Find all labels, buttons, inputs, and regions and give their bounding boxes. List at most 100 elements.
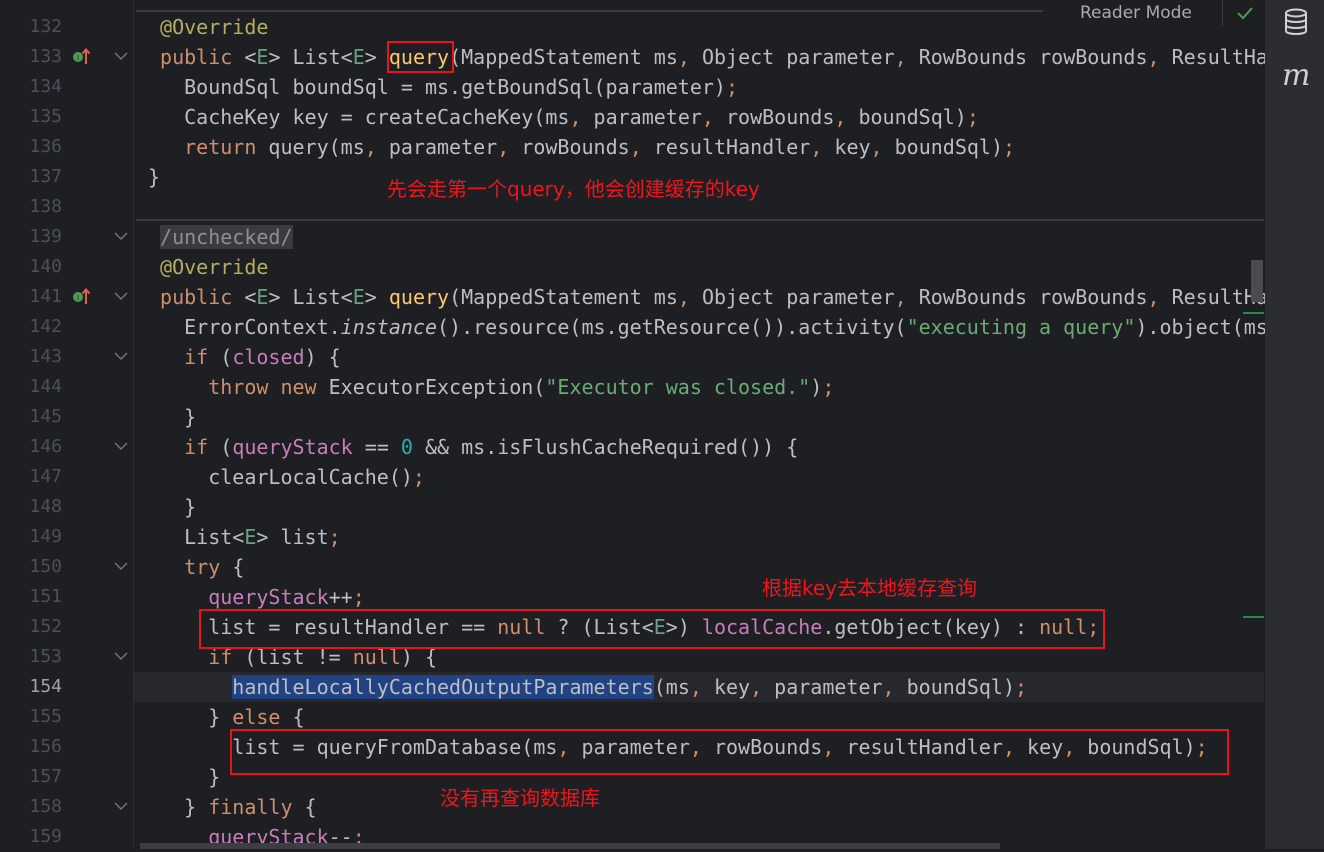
code-token: instance: [340, 315, 437, 339]
code-token: (MappedStatement ms: [449, 285, 678, 309]
code-token: > List<: [268, 45, 353, 69]
fold-chevron-icon[interactable]: [114, 552, 128, 582]
code-line[interactable]: List<E> list;: [148, 522, 341, 552]
code-line[interactable]: }: [148, 762, 220, 792]
code-line[interactable]: /unchecked/: [148, 222, 293, 252]
code-token: closed: [232, 345, 305, 369]
code-token: ): [810, 375, 823, 399]
code-token: query: [388, 285, 450, 309]
code-token: @Override: [148, 255, 269, 279]
code-line[interactable]: public <E> List<E> query(MappedStatement…: [148, 282, 1265, 312]
code-line[interactable]: queryStack++;: [148, 582, 365, 612]
change-marker: [1243, 312, 1264, 314]
code-token: ,: [629, 135, 642, 159]
code-line[interactable]: throw new ExecutorException("Executor wa…: [148, 372, 834, 402]
code-token: ,: [1147, 45, 1160, 69]
annotation-query-database: 没有再查询数据库: [440, 786, 600, 810]
implements-override-icon[interactable]: I: [72, 42, 94, 72]
code-line[interactable]: handleLocallyCachedOutputParameters(ms, …: [148, 672, 1027, 702]
code-token: "Executor was closed.": [545, 375, 811, 399]
code-line[interactable]: clearLocalCache();: [148, 462, 425, 492]
line-number: 157: [29, 766, 62, 787]
fold-chevron-icon[interactable]: [114, 642, 128, 672]
code-token: E: [352, 285, 365, 309]
code-token: }: [148, 405, 197, 429]
method-separator: [136, 219, 1264, 221]
implements-override-icon[interactable]: I: [72, 282, 94, 312]
code-line[interactable]: return query(ms, parameter, rowBounds, r…: [148, 132, 1015, 162]
code-token: {: [280, 705, 305, 729]
code-token: CacheKey key = createCacheKey(ms: [148, 105, 570, 129]
highlight-box-query-database: [230, 729, 1229, 775]
code-token: ,: [1147, 285, 1160, 309]
code-token: List<: [148, 525, 245, 549]
code-token: else: [232, 705, 281, 729]
code-line[interactable]: }: [148, 492, 196, 522]
code-editor[interactable]: @Override public <E> List<E> query(Mappe…: [134, 0, 1265, 849]
code-token: clearLocalCache(): [148, 465, 413, 489]
code-token: }: [148, 795, 209, 819]
line-number: 133: [29, 46, 62, 67]
code-line[interactable]: } finally {: [148, 792, 317, 822]
line-number: 145: [29, 406, 62, 427]
code-token: <: [232, 285, 257, 309]
code-line[interactable]: if (closed) {: [148, 342, 341, 372]
code-token: ().resource(ms.getResource()).activity(: [436, 315, 907, 339]
code-line[interactable]: }: [148, 402, 196, 432]
line-number: 137: [29, 166, 62, 187]
reader-mode-button[interactable]: Reader Mode: [1080, 3, 1192, 23]
code-token: ;: [412, 465, 425, 489]
fold-chevron-icon[interactable]: [114, 282, 128, 312]
code-token: ,: [870, 135, 883, 159]
line-number: 152: [29, 616, 62, 637]
code-line[interactable]: @Override: [148, 12, 268, 42]
code-token: }: [148, 705, 233, 729]
code-token: >: [364, 45, 389, 69]
annotation-local-cache: 根据key去本地缓存查询: [762, 576, 978, 600]
svg-text:I: I: [77, 294, 79, 302]
code-token: E: [244, 525, 257, 549]
code-token: boundSql): [882, 135, 1003, 159]
code-token: Object parameter: [689, 45, 895, 69]
code-line[interactable]: CacheKey key = createCacheKey(ms, parame…: [148, 102, 979, 132]
code-token: ,: [677, 285, 690, 309]
line-number: 135: [29, 106, 62, 127]
code-token: ==: [352, 435, 401, 459]
code-line[interactable]: BoundSql boundSql = ms.getBoundSql(param…: [148, 72, 738, 102]
code-line[interactable]: }: [148, 162, 160, 192]
code-token: ;: [1003, 135, 1016, 159]
line-number: 141: [29, 286, 62, 307]
code-token: ErrorContext.: [148, 315, 341, 339]
fold-chevron-icon[interactable]: [114, 792, 128, 822]
line-number: 148: [29, 496, 62, 517]
code-token: ResultHa: [1159, 285, 1265, 309]
code-token: E: [352, 45, 365, 69]
code-token: resultHandler: [641, 135, 811, 159]
check-icon[interactable]: [1236, 5, 1254, 24]
code-line[interactable]: public <E> List<E> query(MappedStatement…: [148, 42, 1265, 72]
code-token: ExecutorException(: [316, 375, 546, 399]
code-line[interactable]: ErrorContext.instance().resource(ms.getR…: [148, 312, 1265, 342]
fold-chevron-icon[interactable]: [114, 342, 128, 372]
code-token: ,: [810, 135, 823, 159]
horizontal-scrollbar[interactable]: [140, 843, 1000, 849]
code-token: rowBounds: [509, 135, 630, 159]
code-token: ,: [750, 675, 763, 699]
code-token: ResultHa: [1159, 45, 1265, 69]
fold-chevron-icon[interactable]: [114, 222, 128, 252]
maven-icon[interactable]: m: [1282, 58, 1310, 93]
line-number-gutter: 132 133 I 134 135 136 137 138 139 140 141 I 142 143 14…: [0, 0, 134, 849]
code-line[interactable]: @Override: [148, 252, 268, 282]
code-line[interactable]: } else {: [148, 702, 305, 732]
fold-chevron-icon[interactable]: [114, 432, 128, 462]
database-icon[interactable]: [1284, 8, 1308, 40]
code-token: rowBounds: [713, 105, 835, 129]
code-token: }: [148, 765, 221, 789]
fold-chevron-icon[interactable]: [114, 42, 128, 72]
vertical-scrollbar[interactable]: [1251, 260, 1263, 302]
line-number: 151: [29, 586, 62, 607]
code-line[interactable]: if (queryStack == 0 && ms.isFlushCacheRe…: [148, 432, 798, 462]
code-token: && ms.isFlushCacheRequired()) {: [412, 435, 799, 459]
code-line[interactable]: try {: [148, 552, 244, 582]
